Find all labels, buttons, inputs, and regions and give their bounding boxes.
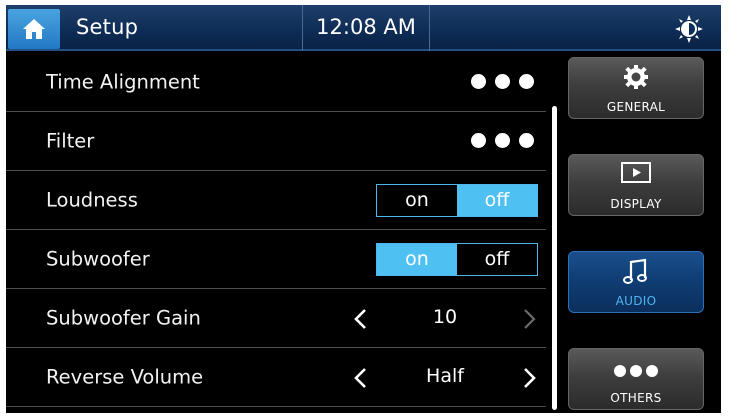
loudness-toggle[interactable]: on off xyxy=(376,184,538,217)
home-button[interactable] xyxy=(8,9,60,49)
others-button[interactable]: OTHERS xyxy=(568,348,704,410)
chevron-left-icon[interactable] xyxy=(351,308,371,330)
setting-label: Loudness xyxy=(46,188,138,212)
brightness-icon xyxy=(675,15,703,43)
loudness-off-button[interactable]: off xyxy=(457,185,537,216)
reverse-volume-value: Half xyxy=(426,365,464,387)
more-dots-icon[interactable] xyxy=(471,74,541,90)
general-label: GENERAL xyxy=(606,100,666,114)
home-icon xyxy=(23,19,45,39)
gear-icon xyxy=(624,65,648,89)
setting-label: Reverse Volume xyxy=(46,365,204,389)
chevron-left-icon[interactable] xyxy=(351,367,371,389)
audio-label: AUDIO xyxy=(615,294,657,308)
setting-row-reverse-volume: Reverse Volume Half xyxy=(6,348,546,407)
header-bar: Setup 12:08 AM xyxy=(6,5,721,51)
setting-row-subwoofer: Subwoofer on off xyxy=(6,230,546,289)
setting-row-filter[interactable]: Filter xyxy=(6,112,546,171)
loudness-on-button[interactable]: on xyxy=(377,185,457,216)
display-label: DISPLAY xyxy=(610,197,662,211)
others-label: OTHERS xyxy=(610,391,662,405)
more-dots-icon xyxy=(614,365,658,377)
general-button[interactable]: GENERAL xyxy=(568,57,704,119)
audio-button[interactable]: AUDIO xyxy=(568,251,704,313)
more-dots-icon[interactable] xyxy=(471,133,541,149)
setting-row-subwoofer-gain: Subwoofer Gain 10 xyxy=(6,289,546,348)
setting-label: Subwoofer Gain xyxy=(46,306,201,330)
setting-row-loudness: Loudness on off xyxy=(6,171,546,230)
subwoofer-off-button[interactable]: off xyxy=(457,244,537,275)
scrollbar-thumb[interactable] xyxy=(552,106,557,410)
setting-label: Subwoofer xyxy=(46,247,150,271)
setup-screen: Setup 12:08 AM Time Alignment Filter Lou… xyxy=(6,5,721,413)
music-note-icon xyxy=(623,258,647,284)
chevron-right-icon[interactable] xyxy=(519,367,539,389)
subwoofer-on-button[interactable]: on xyxy=(377,244,457,275)
clock: 12:08 AM xyxy=(316,15,416,39)
display-icon xyxy=(621,162,651,183)
chevron-right-icon[interactable] xyxy=(519,308,539,330)
setting-row-time-alignment[interactable]: Time Alignment xyxy=(6,53,546,112)
brightness-button[interactable] xyxy=(674,14,704,44)
page-title: Setup xyxy=(76,15,139,39)
setting-label: Filter xyxy=(46,129,95,153)
subwoofer-toggle[interactable]: on off xyxy=(376,243,538,276)
header-divider xyxy=(429,5,430,51)
setting-label: Time Alignment xyxy=(46,70,200,94)
subwoofer-gain-value: 10 xyxy=(432,306,458,328)
display-button[interactable]: DISPLAY xyxy=(568,154,704,216)
